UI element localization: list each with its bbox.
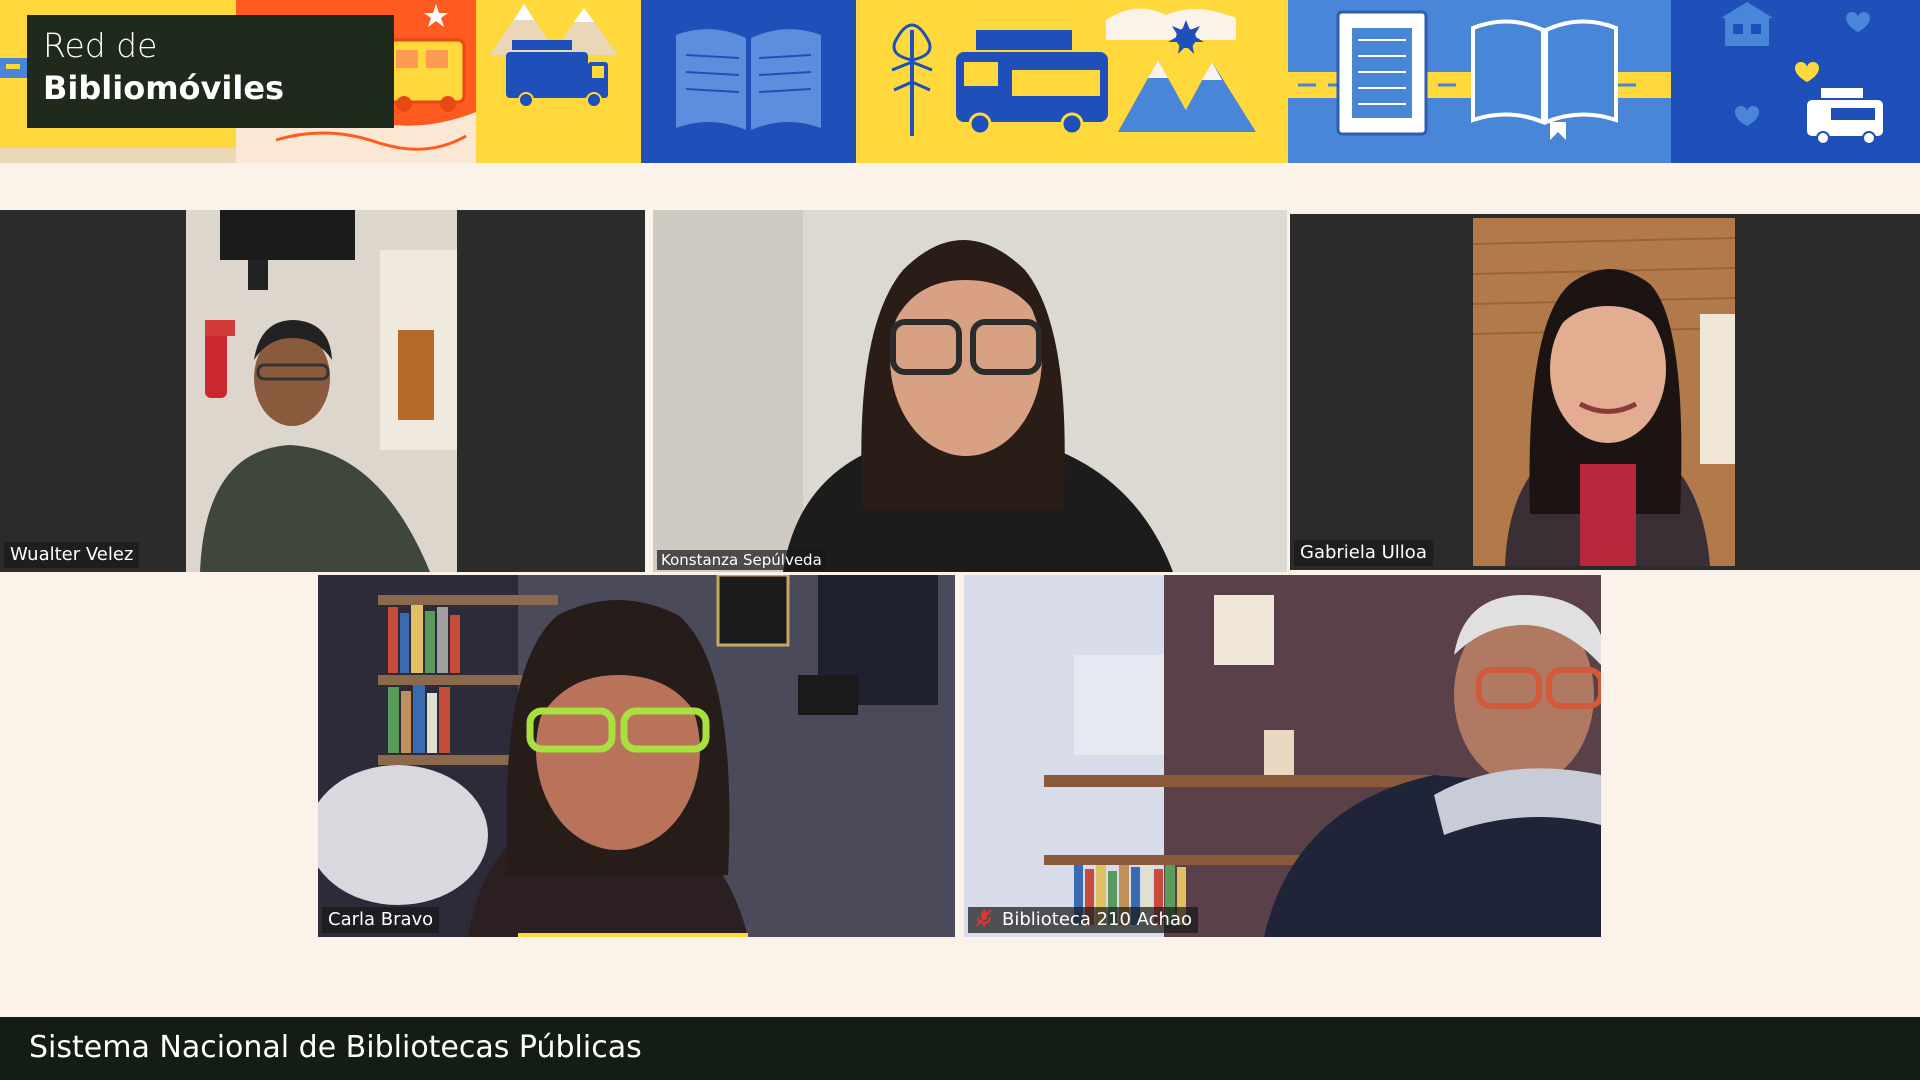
participant-name-label: Gabriela Ulloa: [1294, 540, 1433, 566]
participant-video: [186, 210, 457, 572]
banner-title-line2: Bibliomóviles: [43, 69, 285, 107]
van-icon: [384, 38, 466, 112]
participant-name: Biblioteca 210 Achao: [1002, 909, 1192, 930]
heart-icon: [1846, 12, 1870, 32]
footer-title: Sistema Nacional de Bibliotecas Públicas: [29, 1030, 642, 1065]
participant-video: [1290, 214, 1920, 570]
book-icon: [1336, 10, 1428, 136]
open-book-icon: [1471, 19, 1618, 140]
banner-panel-bookmobile: [856, 0, 1288, 163]
participant-video: [318, 575, 955, 937]
mountains-icon: [1118, 60, 1256, 132]
bookmobile-icon: [956, 30, 1108, 136]
banner-title-line1: Red de: [43, 26, 158, 65]
heart-icon: [1735, 106, 1759, 126]
banner-panel-hearts: [1671, 0, 1920, 163]
muted-mic-icon: [976, 909, 992, 927]
van-icon: [1807, 88, 1883, 145]
header-banner: Red de Bibliomóviles: [0, 0, 1920, 163]
video-tile-wualter-velez[interactable]: Wualter Velez: [0, 210, 645, 572]
house-icon: [1721, 2, 1773, 46]
participant-video: [964, 575, 1601, 937]
banner-title-box: Red de Bibliomóviles: [27, 15, 394, 128]
video-tile-carla-bravo[interactable]: Carla Bravo: [318, 575, 955, 937]
heart-icon: [1795, 62, 1819, 82]
participant-name-label: Biblioteca 210 Achao: [968, 907, 1198, 933]
participant-video: [653, 210, 1287, 572]
participant-name-label: Konstanza Sepúlveda: [657, 550, 826, 570]
video-tile-gabriela-ulloa[interactable]: Gabriela Ulloa: [1290, 214, 1920, 570]
banner-panel-mountains: [476, 0, 641, 163]
open-book-icon: [676, 29, 821, 131]
banner-panel-books: [1288, 0, 1671, 163]
banner-panel-book: [641, 0, 856, 163]
participant-name-label: Wualter Velez: [4, 542, 140, 568]
tree-icon: [891, 23, 933, 136]
video-tile-biblioteca-210-achao[interactable]: Biblioteca 210 Achao: [964, 575, 1601, 937]
footer-bar: Sistema Nacional de Bibliotecas Públicas: [0, 1017, 1920, 1080]
participant-name-label: Carla Bravo: [322, 907, 440, 933]
star-icon: [424, 4, 448, 27]
video-tile-konstanza-sepulveda[interactable]: Konstanza Sepúlveda: [653, 210, 1287, 572]
